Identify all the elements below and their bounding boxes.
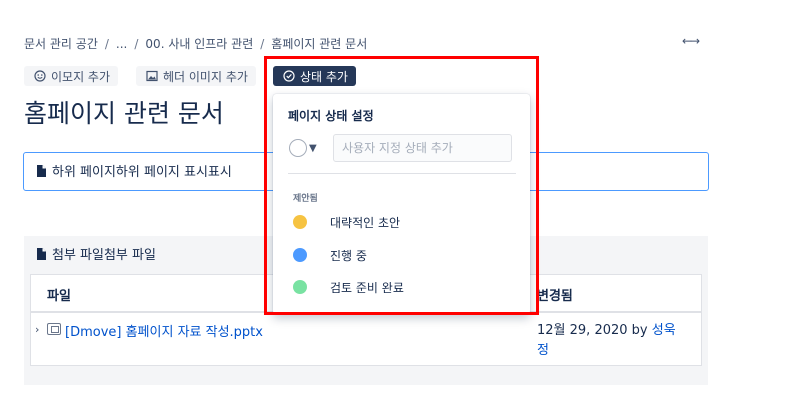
column-header-modified: 변경됨 [537,289,573,304]
expand-width-icon[interactable]: ←→ [682,34,700,48]
modified-date: 12월 29, 2020 by [537,323,652,338]
add-emoji-button[interactable]: 이모지 추가 [24,66,119,86]
page-status-popup: 페이지 상태 설정 ▼ 제안됨 대략적인 초안 진행 중 검토 준비 완료 [273,94,530,314]
page-icon [37,247,46,260]
breadcrumb-item[interactable]: 00. 사내 인프라 관련 [145,37,253,51]
pptx-file-icon [47,323,61,335]
add-header-image-button[interactable]: 헤더 이미지 추가 [136,66,256,86]
attachment-file-link[interactable]: [Dmove] 홈페이지 자료 작성.pptx [65,321,263,340]
add-header-image-label: 헤더 이미지 추가 [163,69,248,84]
expand-row-icon[interactable]: › [35,323,39,336]
status-check-icon [283,70,295,82]
status-dot-icon [293,280,307,294]
page-icon [37,164,46,177]
status-dot-icon [293,248,307,262]
breadcrumb-item[interactable]: 문서 관리 공간 [24,37,98,51]
breadcrumb-separator: / [260,37,265,51]
status-option-in-progress[interactable]: 진행 중 [293,244,367,266]
status-option-rough-draft[interactable]: 대략적인 초안 [293,211,400,233]
chevron-down-icon: ▼ [309,142,317,154]
custom-status-input[interactable] [333,134,512,162]
child-pages-label[interactable]: 하위 페이지하위 페이지 표시표시 [52,161,232,180]
status-option-label: 검토 준비 완료 [330,280,404,295]
breadcrumb: 문서 관리 공간 /... / 00. 사내 인프라 관련 / 홈페이지 관련 문서 [24,35,367,52]
color-circle-icon [289,139,307,157]
emoji-icon [34,70,46,82]
page-title: 홈페이지 관련 문서 [24,99,224,128]
status-dot-icon [293,215,307,229]
status-option-ready-for-review[interactable]: 검토 준비 완료 [293,276,404,298]
breadcrumb-separator: / [104,37,109,51]
breadcrumb-separator: / [134,37,139,51]
breadcrumb-item[interactable]: ... [116,37,127,51]
status-color-picker[interactable]: ▼ [289,136,327,160]
status-option-label: 대략적인 초안 [330,215,401,230]
attachments-heading: 첨부 파일첨부 파일 [52,248,156,263]
suggested-section-label: 제안됨 [293,194,318,204]
breadcrumb-item[interactable]: 홈페이지 관련 문서 [271,37,367,51]
status-option-label: 진행 중 [330,248,367,263]
image-icon [146,70,158,82]
popup-title: 페이지 상태 설정 [288,109,374,123]
add-status-label: 상태 추가 [300,69,348,84]
column-header-file: 파일 [47,289,71,304]
add-status-button[interactable]: 상태 추가 [273,66,356,86]
add-emoji-label: 이모지 추가 [51,69,111,84]
attachment-modified: 12월 29, 2020 by 성욱정 [537,321,687,361]
popup-divider [288,173,516,174]
